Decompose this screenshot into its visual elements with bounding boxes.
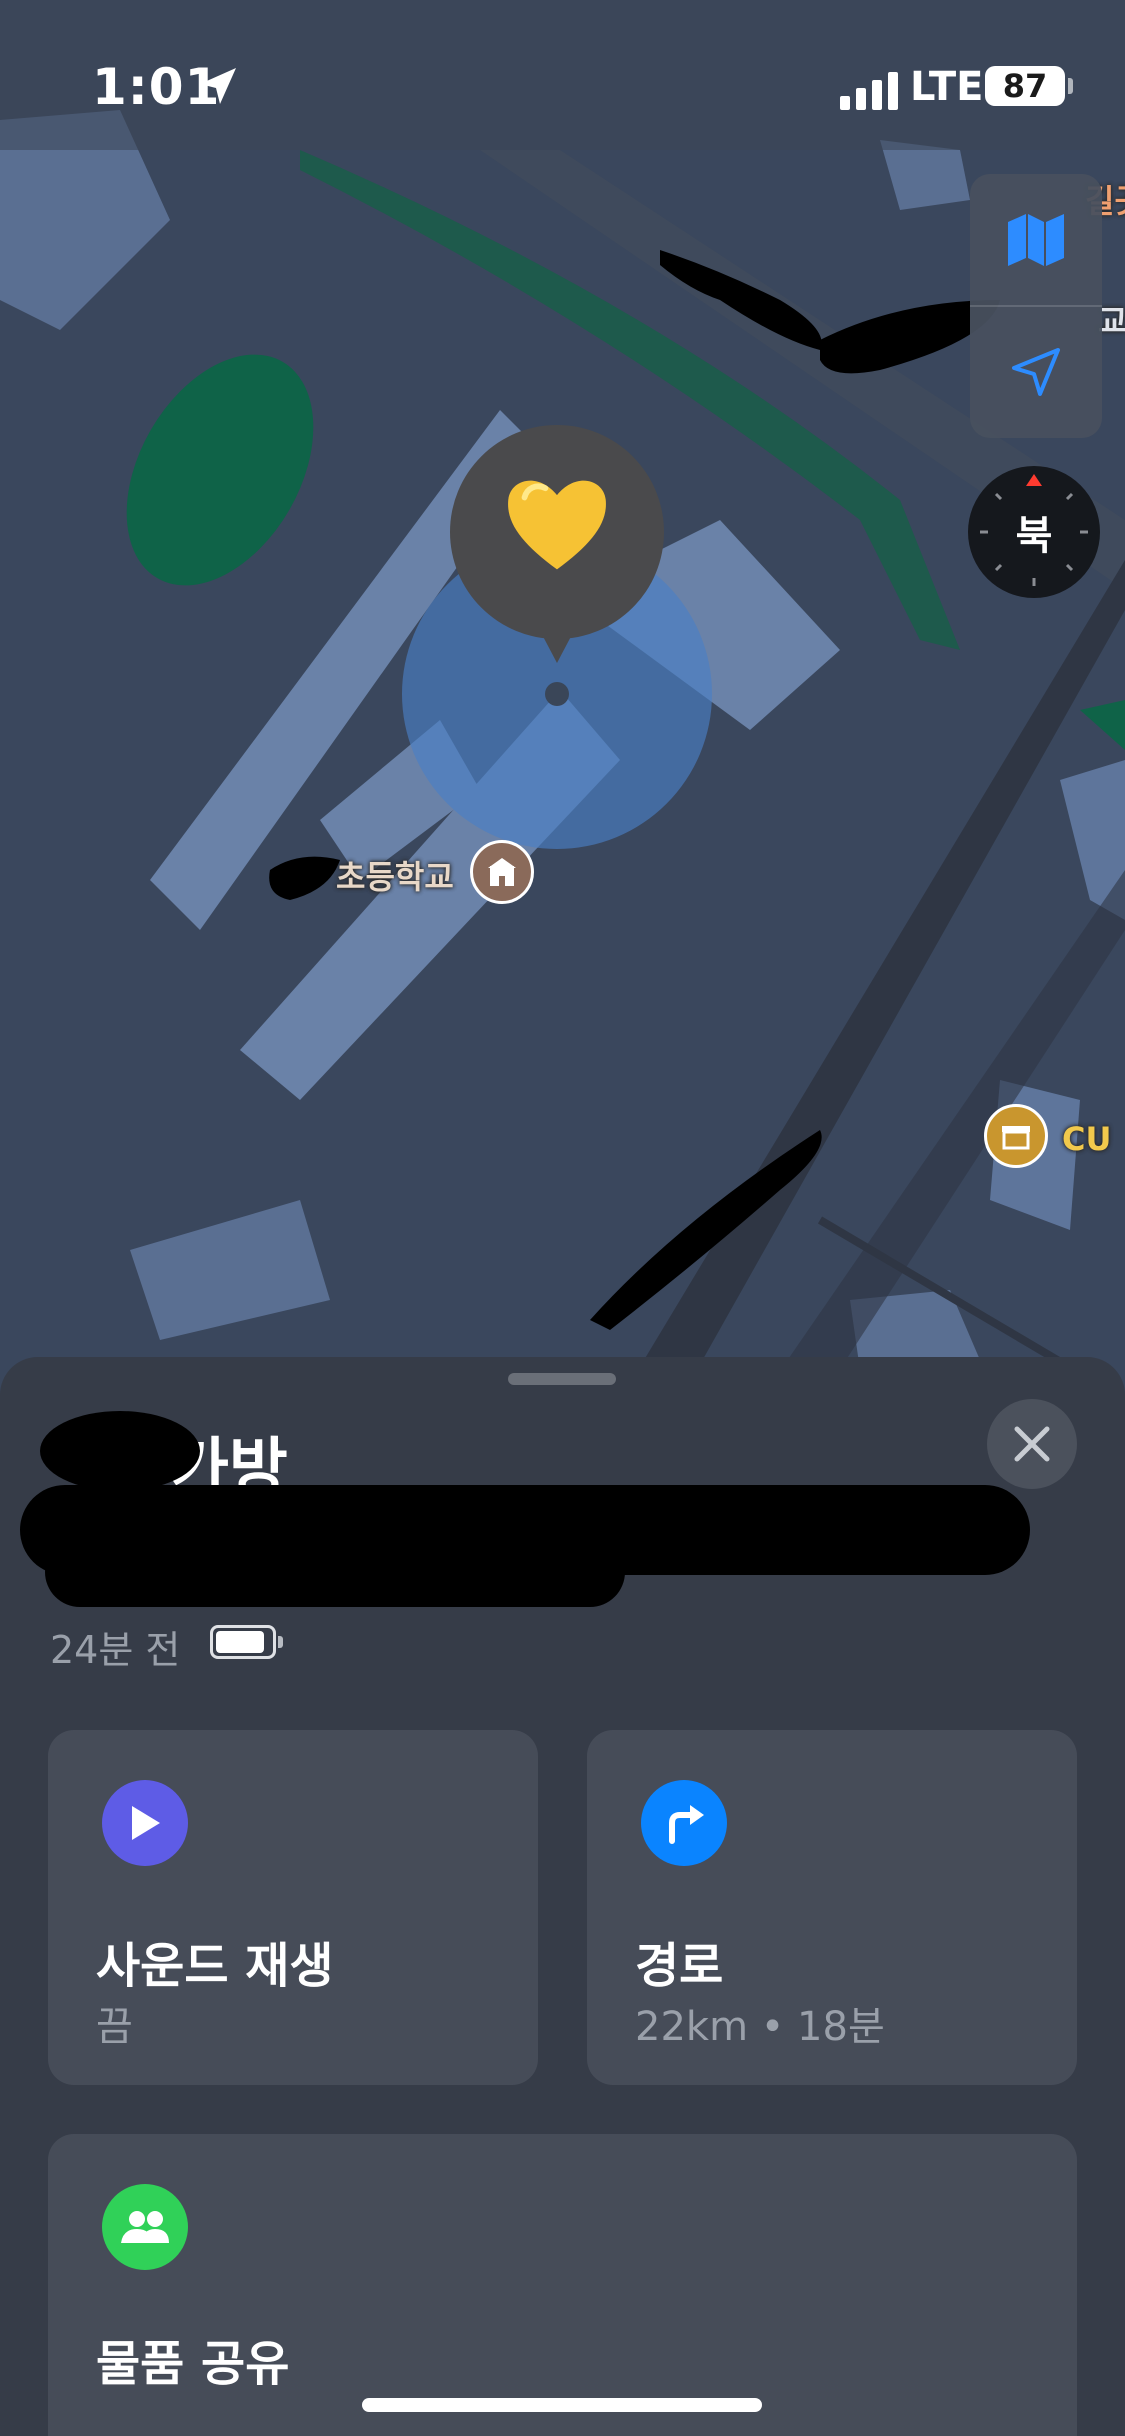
item-location-pin[interactable]: [450, 425, 664, 665]
close-button[interactable]: [987, 1399, 1077, 1489]
map-mode-button[interactable]: [970, 174, 1102, 306]
redaction-title: [40, 1411, 200, 1491]
track-location-button[interactable]: [970, 306, 1102, 438]
share-item-card[interactable]: 물품 공유: [48, 2134, 1077, 2436]
school-icon[interactable]: [470, 840, 534, 904]
close-icon: [1014, 1426, 1050, 1462]
last-seen-time: 24분 전: [50, 1628, 181, 1672]
network-type: LTE: [910, 64, 984, 110]
compass-button[interactable]: 북: [968, 466, 1100, 598]
item-detail-sheet: 가방 가 부 24분 전 사운드 재생 끔 경로 22km • 18분: [0, 1357, 1125, 2436]
map-view[interactable]: 초등학교 CU 길곳 교: [0, 0, 1125, 1400]
play-sound-card[interactable]: 사운드 재생 끔: [48, 1730, 538, 2085]
store-label[interactable]: CU: [1062, 1120, 1111, 1158]
store-icon[interactable]: [984, 1104, 1048, 1168]
redaction-address-2: [45, 1537, 625, 1607]
edge-label-mid: 교: [1098, 302, 1125, 340]
compass-label: 북: [1015, 513, 1053, 559]
home-indicator[interactable]: [362, 2398, 762, 2412]
people-icon: [102, 2184, 188, 2270]
play-sound-label: 사운드 재생: [96, 1938, 334, 1994]
sheet-grabber[interactable]: [508, 1373, 616, 1385]
directions-distance-time: 22km • 18분: [635, 2004, 885, 2050]
status-bar: 1:01 LTE 87: [0, 0, 1125, 150]
map-controls: [970, 174, 1102, 438]
yellow-heart-icon: [508, 480, 606, 570]
battery-indicator: 87: [985, 66, 1065, 106]
directions-label: 경로: [635, 1938, 724, 1994]
share-item-label: 물품 공유: [96, 2336, 290, 2392]
item-battery-icon: [210, 1625, 276, 1659]
cellular-signal-icon: [840, 72, 898, 110]
location-services-icon: [200, 68, 236, 104]
battery-tip: [1068, 78, 1073, 94]
play-icon: [102, 1780, 188, 1866]
map-canvas: [0, 0, 1125, 1400]
school-label[interactable]: 초등학교: [336, 852, 454, 898]
item-battery-tip: [278, 1636, 283, 1648]
turn-right-arrow-icon: [641, 1780, 727, 1866]
location-arrow-icon: [1012, 348, 1060, 396]
map-icon: [1008, 214, 1064, 266]
play-sound-status: 끔: [96, 2004, 133, 2050]
directions-card[interactable]: 경로 22km • 18분: [587, 1730, 1077, 2085]
